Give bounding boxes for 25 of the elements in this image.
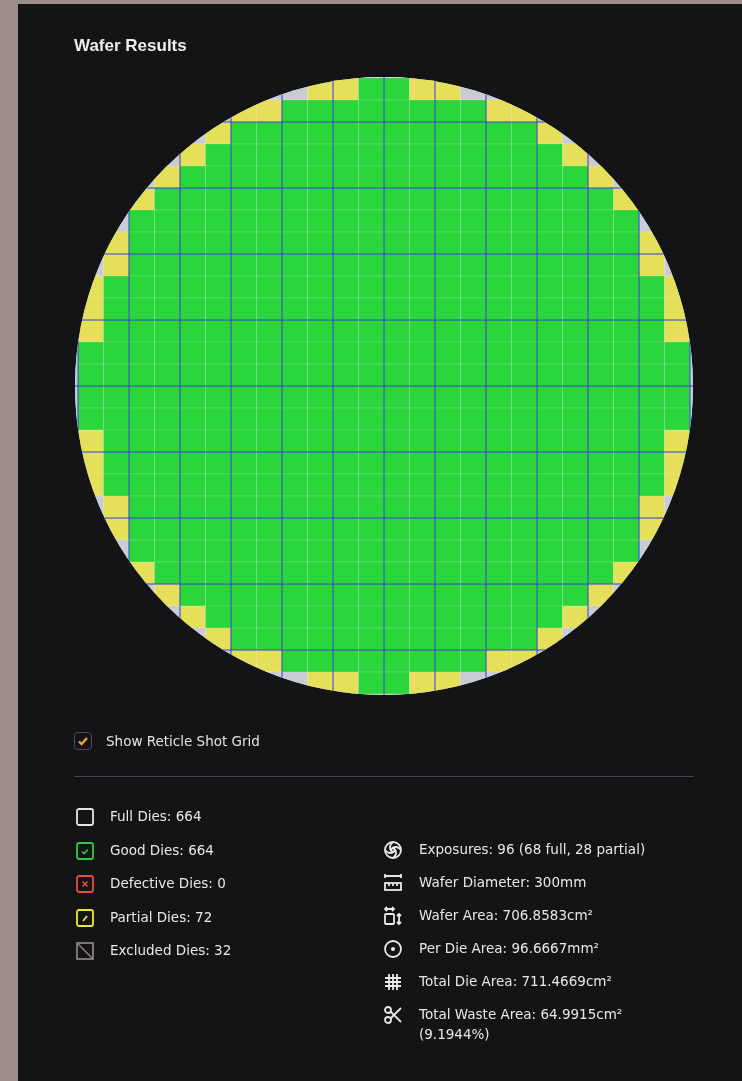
aperture-icon xyxy=(383,840,403,860)
legend-label: Full Dies: 664 xyxy=(110,807,202,826)
full-die-icon xyxy=(76,808,94,826)
stat-label: Exposures: 96 (68 full, 28 partial) xyxy=(419,840,646,859)
ruler-icon xyxy=(383,873,403,893)
legend-label: Excluded Dies: 32 xyxy=(110,941,232,960)
legend-label: Partial Dies: 72 xyxy=(110,907,213,927)
reticle-grid-checkbox[interactable]: Show Reticle Shot Grid xyxy=(74,732,260,750)
grid-icon xyxy=(383,972,403,992)
stat-label: Wafer Diameter: 300mm xyxy=(419,873,587,892)
legend-label: Defective Dies: 0 xyxy=(110,874,226,893)
defective-die-icon xyxy=(76,875,94,893)
target-icon xyxy=(383,939,403,959)
stat-label: Total Die Area: 711.4669cm² xyxy=(419,972,612,991)
scissors-icon xyxy=(383,1005,403,1025)
panel-title: Wafer Results xyxy=(74,36,188,56)
stat-label: Total Waste Area: 64.9915cm² (9.1944%) xyxy=(419,1005,624,1044)
stat-label: Per Die Area: 96.6667mm² xyxy=(419,939,599,958)
checkmark-icon xyxy=(77,735,89,747)
stat-label: Wafer Area: 706.8583cm² xyxy=(419,906,593,925)
dimensions-icon xyxy=(383,906,403,926)
excluded-die-icon xyxy=(76,942,94,960)
partial-die-icon xyxy=(76,908,94,927)
legend-label: Good Dies: 664 xyxy=(110,840,214,860)
good-die-icon xyxy=(76,841,94,860)
